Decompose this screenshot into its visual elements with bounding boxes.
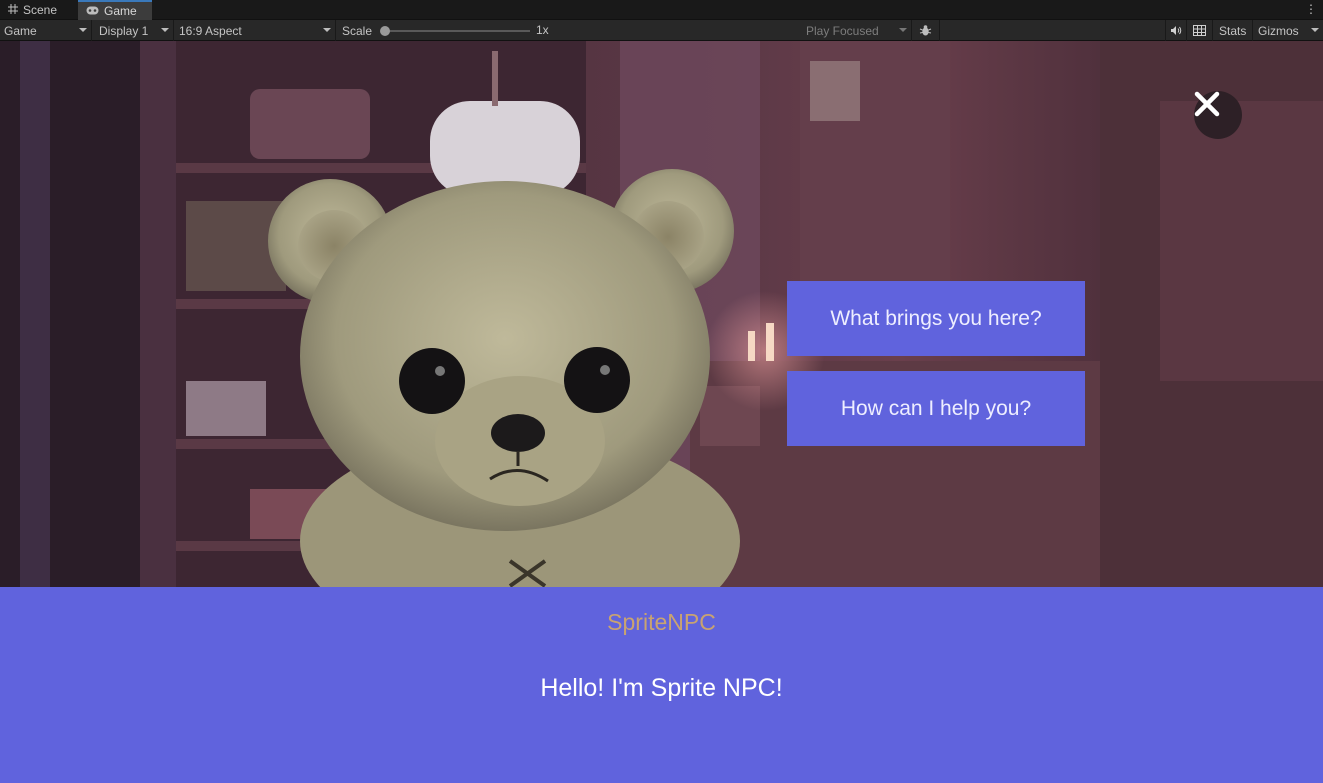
- dialog-box: SpriteNPC Hello! I'm Sprite NPC!: [0, 587, 1323, 783]
- choice-label: What brings you here?: [830, 306, 1042, 330]
- tab-game[interactable]: Game: [78, 0, 152, 20]
- gizmos-label: Gizmos: [1258, 23, 1299, 38]
- view-mode-label: Game: [4, 23, 37, 38]
- play-mode-dropdown[interactable]: Play Focused: [800, 20, 912, 41]
- chevron-down-icon: [899, 28, 907, 32]
- choice-button-what-brings-you-here[interactable]: What brings you here?: [787, 281, 1085, 356]
- chevron-down-icon: [323, 28, 331, 32]
- bug-icon[interactable]: [912, 20, 940, 41]
- teddy-bear-npc: [268, 169, 740, 587]
- chevron-down-icon: [161, 28, 169, 32]
- more-options-icon[interactable]: ⋮: [1305, 2, 1317, 16]
- stats-label: Stats: [1219, 23, 1247, 38]
- grid-icon: [8, 3, 18, 17]
- scale-label: Scale: [342, 23, 373, 38]
- view-mode-dropdown[interactable]: Game: [0, 20, 92, 41]
- chevron-down-icon: [1311, 28, 1319, 32]
- play-mode-label: Play Focused: [806, 23, 879, 38]
- tab-scene[interactable]: Scene: [0, 0, 76, 20]
- choice-label: How can I help you?: [840, 396, 1032, 420]
- tab-game-label: Game: [104, 4, 137, 18]
- speaker-icon[interactable]: [1165, 20, 1187, 41]
- stats-button[interactable]: Stats: [1213, 20, 1253, 41]
- choice-button-how-can-i-help[interactable]: How can I help you?: [787, 371, 1085, 446]
- aspect-label: 16:9 Aspect: [179, 23, 242, 38]
- aspect-dropdown[interactable]: 16:9 Aspect: [174, 20, 336, 41]
- game-toolbar: Game Display 1 16:9 Aspect Scale 1x Play…: [0, 20, 1323, 41]
- close-button[interactable]: [1194, 91, 1242, 139]
- gamepad-icon: [86, 4, 99, 18]
- room-background: [0, 41, 1323, 587]
- npc-name: SpriteNPC: [607, 609, 716, 635]
- editor-tab-bar: Scene Game ⋮: [0, 0, 1323, 20]
- scale-value: 1x: [536, 23, 549, 37]
- scale-slider-handle[interactable]: [380, 26, 390, 36]
- scale-slider[interactable]: [384, 30, 530, 32]
- display-dropdown[interactable]: Display 1: [92, 20, 174, 41]
- chevron-down-icon: [79, 28, 87, 32]
- dialog-text: Hello! I'm Sprite NPC!: [540, 674, 783, 702]
- display-label: Display 1: [99, 23, 149, 38]
- grid-layout-icon[interactable]: [1187, 20, 1213, 41]
- scale-control: Scale 1x: [336, 20, 796, 41]
- tab-scene-label: Scene: [23, 3, 58, 17]
- gizmos-dropdown[interactable]: Gizmos: [1253, 20, 1323, 41]
- game-viewport: What brings you here? How can I help you…: [0, 41, 1323, 587]
- close-icon: [1194, 91, 1220, 117]
